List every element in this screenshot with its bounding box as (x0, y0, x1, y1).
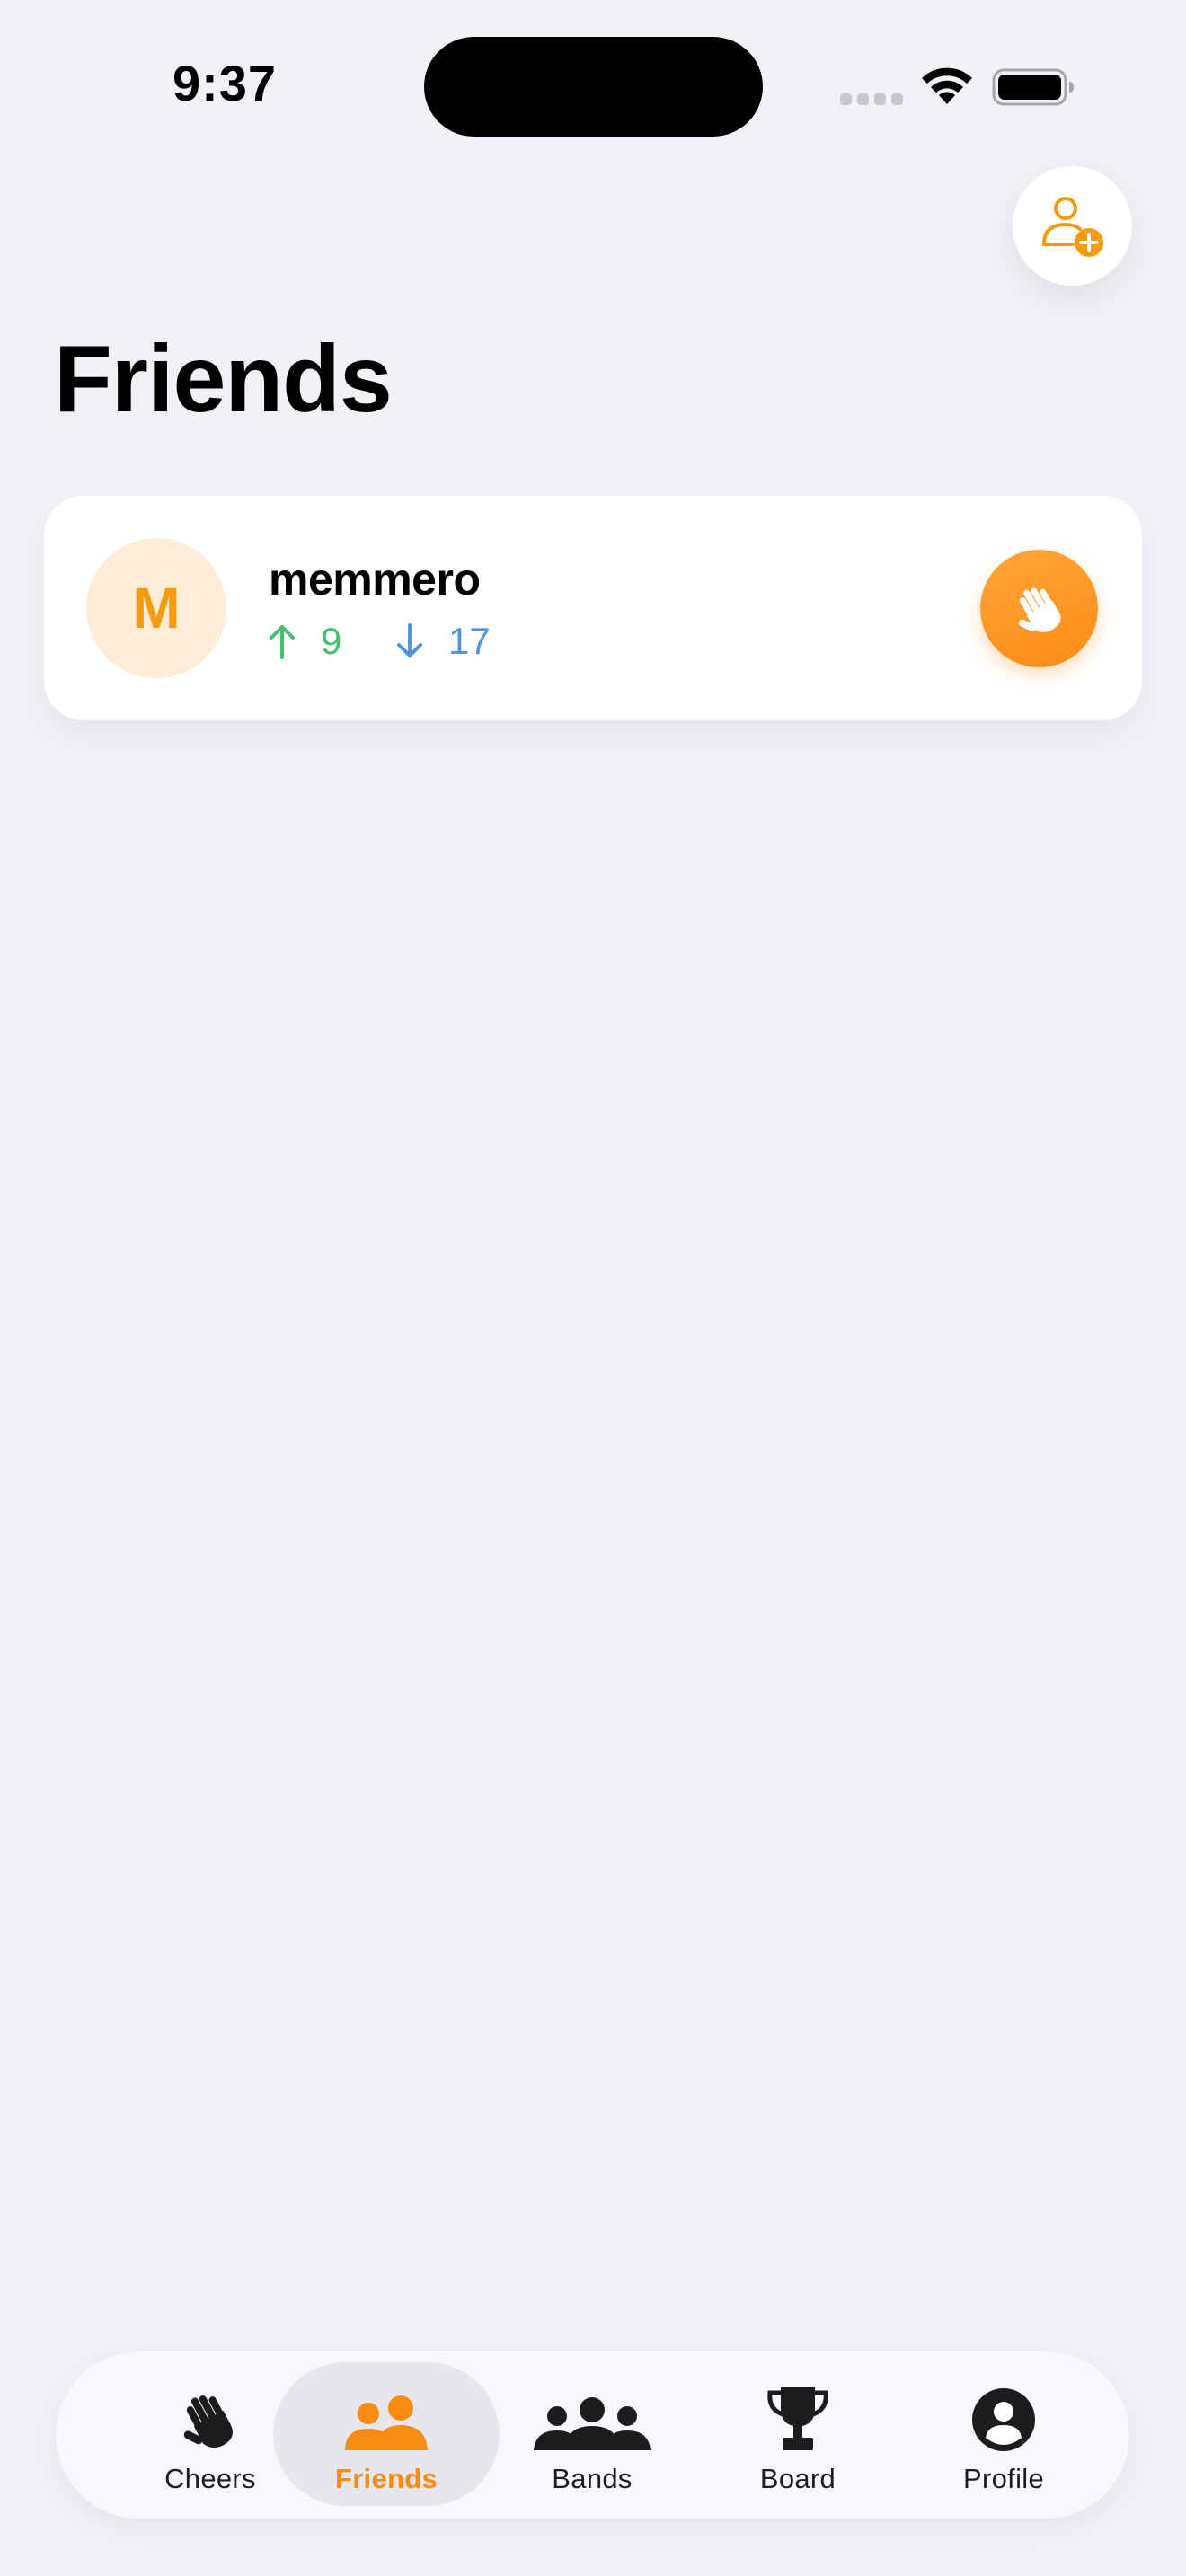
sent-count: 9 (321, 620, 342, 662)
sent-cheers-stat: 9 (269, 620, 341, 663)
person-add-icon (1041, 196, 1103, 257)
arrow-up-icon (270, 625, 295, 659)
arrow-down-icon (397, 623, 422, 657)
tab-label: Bands (552, 2463, 633, 2494)
send-cheer-button[interactable] (980, 550, 1098, 667)
received-cheers-stat: 17 (396, 620, 491, 663)
trophy-icon (767, 2387, 828, 2450)
received-count: 17 (448, 620, 491, 662)
tab-bands[interactable]: Bands (511, 2351, 673, 2519)
page-title: Friends (54, 326, 393, 432)
wifi-icon (922, 67, 972, 104)
cellular-signal-icon (840, 93, 903, 105)
person-circle-icon (972, 2388, 1035, 2451)
tab-label: Friends (334, 2463, 438, 2494)
tab-label: Cheers (164, 2463, 256, 2494)
tab-profile[interactable]: Profile (923, 2351, 1084, 2519)
add-friend-button[interactable] (1013, 166, 1132, 286)
status-bar: 9:37 (0, 0, 1186, 162)
tab-cheers[interactable]: Cheers (129, 2351, 291, 2519)
tab-label: Board (759, 2463, 836, 2494)
friend-name: memmero (269, 554, 481, 604)
waving-hand-icon (183, 2395, 233, 2448)
friend-card[interactable]: M memmero 9 17 (44, 496, 1142, 720)
battery-icon (992, 68, 1074, 106)
group-icon (534, 2397, 651, 2450)
tab-label: Profile (963, 2463, 1044, 2494)
tab-board[interactable]: Board (717, 2351, 879, 2519)
dynamic-island (424, 37, 763, 137)
tab-bar: Cheers Friends Bands Board Profile (56, 2351, 1129, 2519)
avatar: M (86, 538, 226, 678)
waving-hand-icon (1018, 587, 1061, 632)
tab-friends[interactable]: Friends (305, 2351, 467, 2519)
two-people-icon (345, 2395, 428, 2450)
status-time: 9:37 (172, 55, 278, 111)
